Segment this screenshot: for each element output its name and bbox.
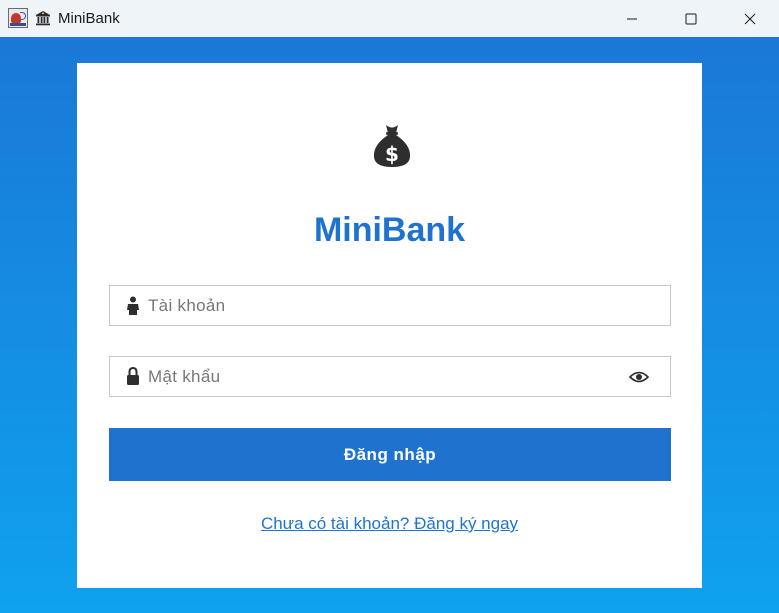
person-icon [127,296,139,315]
window-title: MiniBank [58,10,120,27]
close-button[interactable] [727,0,773,37]
maximize-icon [685,13,697,24]
username-field[interactable] [109,285,671,326]
username-input[interactable] [148,286,618,325]
login-button[interactable]: Đăng nhập [109,428,671,481]
password-field[interactable] [109,356,671,397]
bank-building-icon [36,11,50,26]
password-input[interactable] [148,357,618,396]
lock-icon [127,367,139,385]
svg-text:$: $ [385,142,399,166]
java-coffee-cup-icon[interactable] [8,8,28,28]
close-icon [744,13,756,24]
money-bag-icon: $ [373,125,411,167]
login-card: $ MiniBank Đăng nhập Chưa có tài khoản? … [77,63,702,588]
minimize-button[interactable] [609,0,655,37]
brand-title: MiniBank [313,211,466,249]
title-bar: MiniBank [0,0,779,37]
register-link[interactable]: Chưa có tài khoản? Đăng ký ngay [77,514,702,534]
eye-icon[interactable] [629,370,649,384]
minimize-icon [627,18,637,19]
maximize-button[interactable] [668,0,714,37]
